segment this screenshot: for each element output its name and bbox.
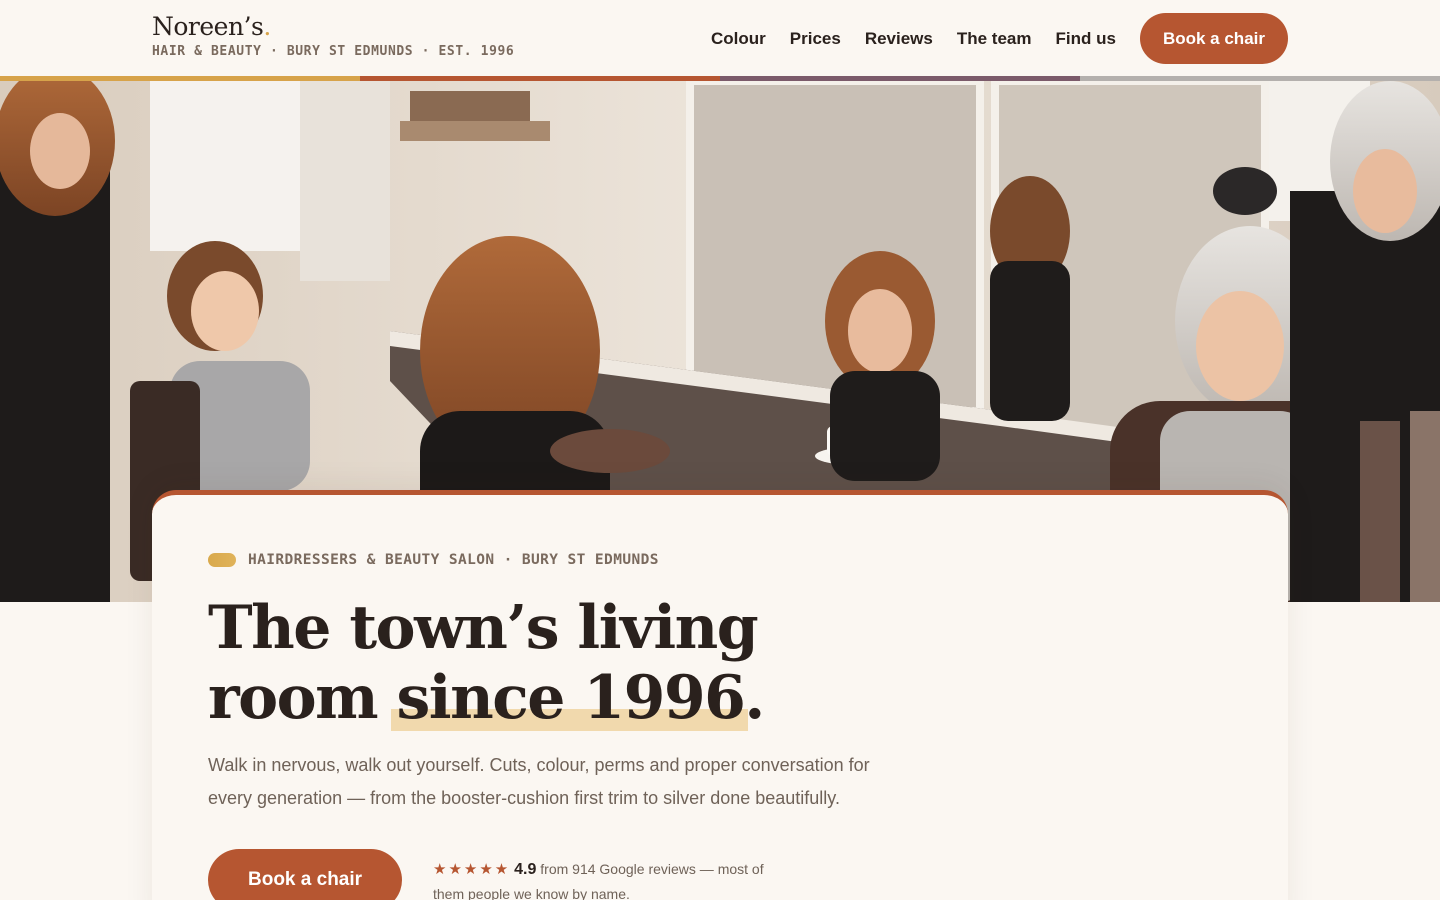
stars-icon: ★★★★★: [433, 861, 511, 878]
nav-prices[interactable]: Prices: [790, 29, 841, 49]
nav-find-us[interactable]: Find us: [1056, 29, 1116, 49]
book-a-chair-button[interactable]: Book a chair: [208, 849, 403, 900]
brand-logo: Noreen’s.: [152, 12, 271, 41]
nav-reviews[interactable]: Reviews: [865, 29, 933, 49]
lede-text: Walk in nervous, walk out yourself. Cuts…: [208, 755, 870, 808]
main-nav: Colour Prices Reviews The team Find us B…: [711, 13, 1288, 64]
headline-highlight: since 1996: [390, 663, 749, 733]
rating-score: 4.9: [514, 861, 537, 878]
rating-summary: ★★★★★ 4.9 from 914 Google reviews — most…: [433, 857, 783, 900]
eyebrow-text: HAIRDRESSERS & BEAUTY SALON · BURY ST ED…: [248, 552, 659, 568]
brand[interactable]: Noreen’s. HAIR & BEAUTY · BURY ST EDMUND…: [152, 12, 514, 59]
nav-colour[interactable]: Colour: [711, 29, 766, 49]
eyebrow: HAIRDRESSERS & BEAUTY SALON · BURY ST ED…: [208, 552, 659, 568]
hero-card: HAIRDRESSERS & BEAUTY SALON · BURY ST ED…: [152, 490, 1288, 900]
site-header: Noreen’s. HAIR & BEAUTY · BURY ST EDMUND…: [0, 0, 1440, 76]
page-title: The town’s living room since 1996.: [208, 593, 765, 733]
eyebrow-pill-icon: [208, 553, 236, 567]
nav-the-team[interactable]: The team: [957, 29, 1032, 49]
book-a-chair-nav-button[interactable]: Book a chair: [1139, 13, 1288, 64]
brand-tagline: HAIR & BEAUTY · BURY ST EDMUNDS · EST. 1…: [152, 44, 515, 59]
